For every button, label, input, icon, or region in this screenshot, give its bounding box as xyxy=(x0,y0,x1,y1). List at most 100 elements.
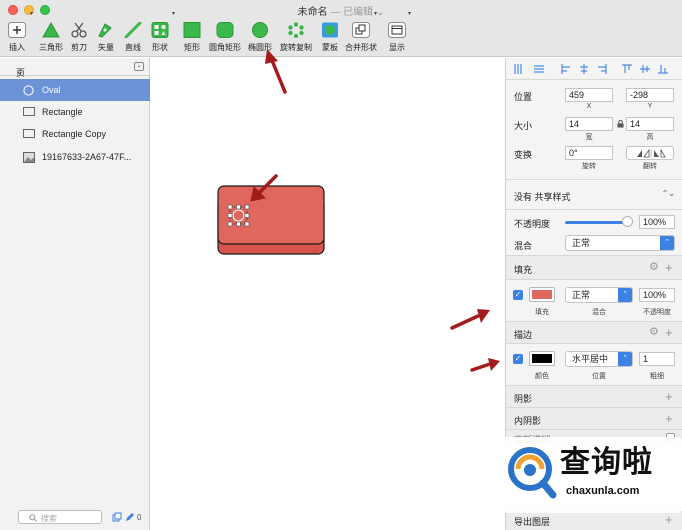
x-caption: X xyxy=(586,103,592,110)
title-menu-caret[interactable]: ⌄ xyxy=(376,7,384,18)
gear-icon[interactable]: ⚙ xyxy=(649,262,659,273)
edited-status: — 已编辑 xyxy=(330,7,374,18)
border-color-caption: 颜色 xyxy=(535,373,549,380)
toolbar-label: 合并形状 xyxy=(345,43,377,52)
toolbar-vector-button[interactable]: 矢量 xyxy=(95,20,117,56)
toolbar-line-button[interactable]: 直线 xyxy=(122,20,144,56)
image-layer-icon xyxy=(23,152,35,163)
shared-style-caret-icon: ⌃⌄ xyxy=(661,189,675,198)
inner-shadows-title: 内阴影 xyxy=(514,416,542,426)
fill-enabled-checkbox[interactable]: ✓ xyxy=(513,290,523,300)
toolbar-view-button[interactable]: 显示 xyxy=(386,20,408,56)
layer-name: 19167633-2A67-47F... xyxy=(42,152,132,162)
fill-header: 填充 ⚙ + xyxy=(506,256,682,280)
page-selector[interactable]: 页面 1 ⌄ ⌄ xyxy=(0,58,150,102)
magnifier-logo-icon xyxy=(508,447,557,499)
layer-row-oval[interactable]: Oval xyxy=(0,79,150,101)
watermark: 查询啦 chaxunla.com xyxy=(500,437,682,513)
flip-buttons[interactable] xyxy=(626,146,674,160)
toolbar-rectangle-button[interactable]: 矩形 xyxy=(181,20,203,56)
layers-sidebar: 页面 1 ⌄ ⌄ Oval Rectangle Rectangle Copy 1… xyxy=(0,58,150,530)
fill-opacity-caption: 不透明度 xyxy=(643,309,671,316)
window-title: 未命名 — 已编辑 ⌄ xyxy=(0,3,682,18)
flip-icon xyxy=(637,149,666,158)
pen-edit-icon[interactable] xyxy=(125,512,135,522)
mask-icon xyxy=(322,22,338,38)
shadows-title: 阴影 xyxy=(514,394,533,404)
position-x-field[interactable]: 459 xyxy=(565,88,613,102)
fill-opacity-field[interactable]: 100% xyxy=(639,288,675,302)
lock-icon[interactable] xyxy=(617,120,624,128)
fill-color-well[interactable] xyxy=(529,287,555,302)
position-label: 位置 xyxy=(514,92,533,102)
toolbar-label: 圆角矩形 xyxy=(209,43,241,52)
toolbar-scissors-button[interactable]: 剪刀 xyxy=(68,20,90,56)
opacity-field[interactable]: 100% xyxy=(639,215,675,229)
toolbar-mask-button[interactable]: 蒙板 xyxy=(319,20,341,56)
layer-style-section: 不透明度 100% 混合 正常 ⌃ xyxy=(506,210,682,256)
border-thickness-field[interactable]: 1 xyxy=(639,352,675,366)
scissors-icon xyxy=(71,22,87,38)
chevron-down-icon[interactable]: ▾ xyxy=(172,10,175,17)
design-canvas[interactable] xyxy=(150,58,505,530)
title-bar: 未命名 — 已编辑 ⌄ 插入 ▾ 三角形 剪刀 矢量 直线 形状 ▾ 矩形 圆角… xyxy=(0,0,682,57)
width-field[interactable]: 14 xyxy=(565,117,613,131)
chevron-updown-icon: ⌃ xyxy=(618,288,632,302)
chevron-updown-icon: ⌃ xyxy=(660,236,674,250)
geometry-section: 位置 459 -298 X Y 大小 14 14 宽 高 变换 0° 旋转 翻转 xyxy=(506,80,682,180)
height-field[interactable]: 14 xyxy=(626,117,674,131)
fill-blend-caption: 混合 xyxy=(592,309,606,316)
rectangle-layer-icon xyxy=(23,129,35,138)
card-shape[interactable] xyxy=(217,185,325,255)
shared-style-section[interactable]: 没有 共享样式 ⌃⌄ xyxy=(506,180,682,210)
toolbar-insert-button[interactable]: 插入 xyxy=(6,20,28,56)
export-title: 导出图层 xyxy=(514,517,551,527)
align-icons[interactable] xyxy=(512,62,678,76)
layer-row-image[interactable]: 19167633-2A67-47F... xyxy=(0,146,150,168)
transform-label: 变换 xyxy=(514,150,533,160)
toolbar-triangle-button[interactable]: 三角形 xyxy=(39,20,63,56)
add-fill-button[interactable]: + xyxy=(665,261,673,274)
border-thickness-caption: 粗细 xyxy=(650,373,664,380)
layers-stack-icon[interactable] xyxy=(112,512,122,522)
fill-row: ✓ 正常 ⌃ 100% 填充 混合 不透明度 xyxy=(506,280,682,322)
toolbar-rounded-rectangle-button[interactable]: 圆角矩形 xyxy=(209,20,241,56)
y-caption: Y xyxy=(647,103,653,110)
fill-blend-select[interactable]: 正常 ⌃ xyxy=(565,287,633,303)
rotation-field[interactable]: 0° xyxy=(565,146,613,160)
plus-icon xyxy=(8,22,26,38)
chevron-down-icon[interactable]: ▾ xyxy=(374,10,377,17)
toolbar-label: 显示 xyxy=(389,43,405,52)
add-shadow-button[interactable]: + xyxy=(665,390,673,403)
gear-icon[interactable]: ⚙ xyxy=(649,327,659,338)
add-inner-shadow-button[interactable]: + xyxy=(665,412,673,425)
blending-select[interactable]: 正常 ⌃ xyxy=(565,235,675,251)
toolbar-shapes-button[interactable]: 形状 xyxy=(149,20,171,56)
pages-toggle-icon[interactable]: ⌄ xyxy=(134,62,144,71)
search-icon xyxy=(29,514,37,522)
combine-shapes-icon xyxy=(352,22,370,38)
opacity-slider-knob[interactable] xyxy=(622,216,633,227)
triangle-icon xyxy=(42,22,60,38)
border-row: ✓ 水平居中 ⌃ 1 颜色 位置 粗细 xyxy=(506,344,682,386)
border-color-well[interactable] xyxy=(529,351,555,366)
toolbar-label: 形状 xyxy=(152,43,168,52)
annotation-arrow xyxy=(470,358,500,372)
opacity-slider[interactable] xyxy=(565,221,627,224)
position-y-field[interactable]: -298 xyxy=(626,88,674,102)
document-name: 未命名 xyxy=(297,7,328,18)
border-position-caption: 位置 xyxy=(592,373,606,380)
opacity-label: 不透明度 xyxy=(514,219,551,229)
layer-search-field[interactable]: 搜索 xyxy=(18,510,102,524)
toolbar-combine-button[interactable]: 合并形状 xyxy=(345,20,377,56)
border-enabled-checkbox[interactable]: ✓ xyxy=(513,354,523,364)
chevron-down-icon[interactable]: ▾ xyxy=(30,10,33,17)
layer-row-rectangle[interactable]: Rectangle xyxy=(0,101,150,123)
selected-oval[interactable] xyxy=(227,204,250,227)
add-border-button[interactable]: + xyxy=(665,326,673,339)
border-position-select[interactable]: 水平居中 ⌃ xyxy=(565,351,633,367)
chevron-down-icon[interactable]: ▾ xyxy=(408,10,411,17)
add-export-button[interactable]: + xyxy=(665,513,673,526)
rounded-rectangle-icon xyxy=(216,22,234,38)
layer-row-rectangle-copy[interactable]: Rectangle Copy xyxy=(0,123,150,145)
